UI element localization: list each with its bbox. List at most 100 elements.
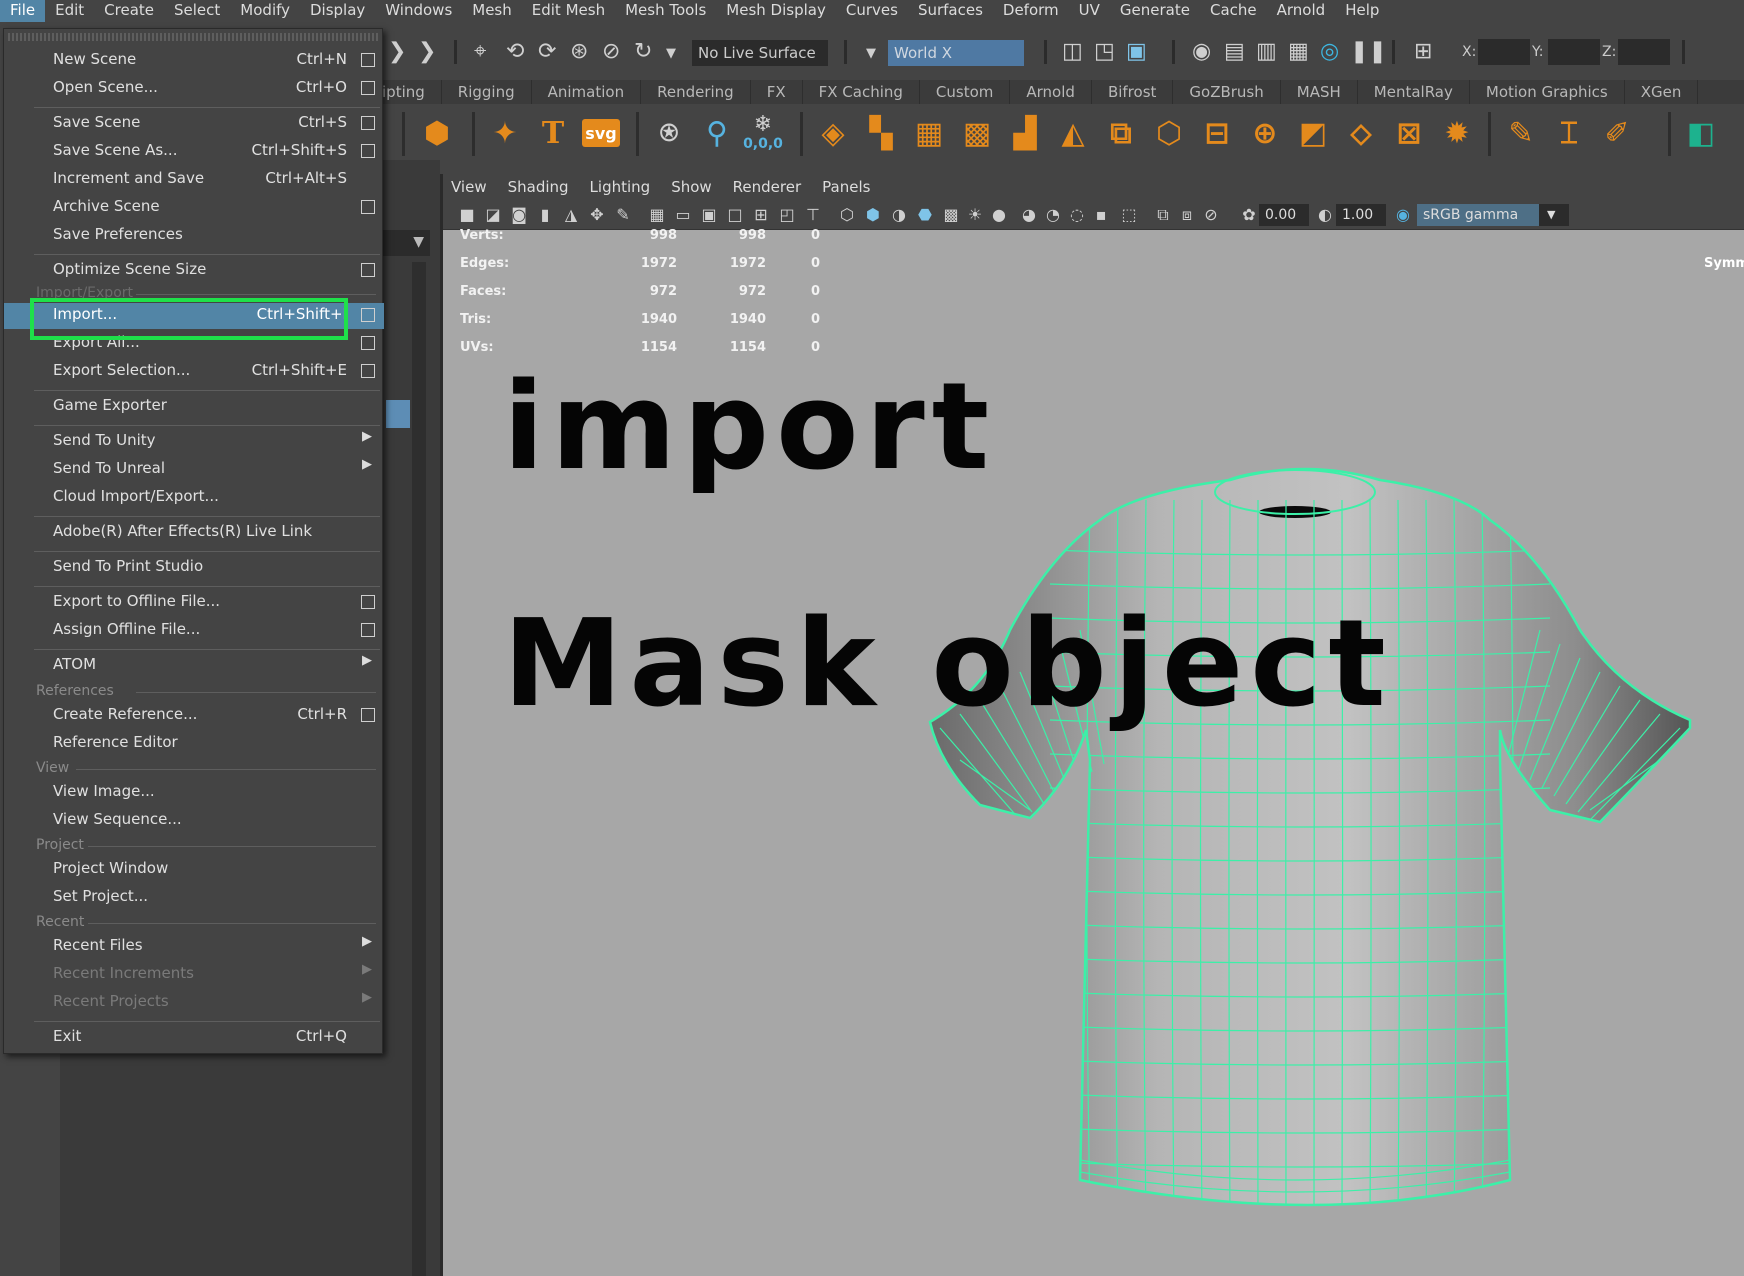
- snap-view-icon[interactable]: ⊛: [570, 40, 588, 64]
- light-icon[interactable]: ⚲: [698, 114, 736, 152]
- option-box-icon[interactable]: [361, 116, 375, 130]
- bridge-icon[interactable]: ◭: [1054, 114, 1092, 152]
- selected-outliner-item[interactable]: [386, 400, 410, 428]
- twod-pan-icon[interactable]: ✥: [587, 205, 607, 225]
- panel-menu-renderer[interactable]: Renderer: [733, 178, 801, 196]
- menu-item-set-project[interactable]: Set Project...: [4, 885, 384, 911]
- freeze-transform-icon[interactable]: ❄ 0,0,0: [743, 114, 783, 153]
- extrude-icon[interactable]: ⧉: [1102, 114, 1140, 152]
- xray-joints-icon[interactable]: ⧈: [1177, 205, 1197, 225]
- snap-live-icon[interactable]: ↻: [634, 40, 652, 64]
- option-box-icon[interactable]: [361, 53, 375, 67]
- color-management-icon[interactable]: ◉: [1393, 205, 1413, 225]
- field-chart-icon[interactable]: ⊞: [751, 205, 771, 225]
- isolate-select-icon[interactable]: ⬚: [1119, 205, 1139, 225]
- option-box-icon[interactable]: [361, 308, 375, 322]
- grease-pencil-icon[interactable]: ✎: [613, 205, 633, 225]
- menu-item-project-window[interactable]: Project Window: [4, 857, 384, 883]
- menu-display[interactable]: Display: [300, 0, 375, 22]
- ipr-render-icon[interactable]: ▥: [1256, 40, 1277, 64]
- tab-gozbrush[interactable]: GoZBrush: [1173, 80, 1281, 104]
- transform-icon[interactable]: ⊞: [1414, 40, 1432, 64]
- default-material-icon[interactable]: ◑: [889, 205, 909, 225]
- menu-item-save-scene[interactable]: Save Scene Ctrl+S: [4, 111, 384, 137]
- chevron-down-icon[interactable]: ▼: [413, 234, 424, 250]
- panel-menu-panels[interactable]: Panels: [822, 178, 870, 196]
- retopo-icon[interactable]: ✹: [1438, 114, 1476, 152]
- shadows-icon[interactable]: ●: [989, 205, 1009, 225]
- tab-fx-caching[interactable]: FX Caching: [803, 80, 920, 104]
- z-field[interactable]: [1618, 39, 1670, 65]
- tab-rendering[interactable]: Rendering: [641, 80, 751, 104]
- target-weld-icon[interactable]: ◩: [1294, 114, 1332, 152]
- menu-modify[interactable]: Modify: [230, 0, 300, 22]
- menu-item-recent-files[interactable]: Recent Files ▶: [4, 934, 384, 960]
- bevel-icon[interactable]: ⬡: [1150, 114, 1188, 152]
- panel-menu-shading[interactable]: Shading: [508, 178, 569, 196]
- image-plane-icon[interactable]: ◮: [561, 205, 581, 225]
- menu-item-export-offline[interactable]: Export to Offline File...: [4, 590, 384, 616]
- textured-icon[interactable]: ▩: [941, 205, 961, 225]
- menu-item-cloud-import-export[interactable]: Cloud Import/Export...: [4, 485, 384, 511]
- tab-scripting[interactable]: ipting: [382, 80, 442, 104]
- menu-file[interactable]: File: [0, 0, 46, 22]
- measure-icon[interactable]: ⌶: [1550, 114, 1588, 152]
- arrow-right-icon[interactable]: ❯: [418, 40, 436, 64]
- lights-icon[interactable]: ☀: [965, 205, 985, 225]
- option-box-icon[interactable]: [361, 200, 375, 214]
- menu-item-send-to-unreal[interactable]: Send To Unreal ▶: [4, 457, 384, 483]
- render-region-icon[interactable]: ◫: [1062, 40, 1083, 64]
- menu-arnold[interactable]: Arnold: [1267, 0, 1336, 22]
- exposure-icon[interactable]: ✿: [1239, 205, 1259, 225]
- menu-generate[interactable]: Generate: [1110, 0, 1200, 22]
- smooth-shade-icon[interactable]: ⬢: [863, 205, 883, 225]
- option-box-icon[interactable]: [361, 364, 375, 378]
- menu-mesh-tools[interactable]: Mesh Tools: [615, 0, 716, 22]
- gamma-icon[interactable]: ◐: [1315, 205, 1335, 225]
- anti-alias-icon[interactable]: ◌: [1067, 205, 1087, 225]
- panel-menu-view[interactable]: View: [451, 178, 487, 196]
- safe-title-icon[interactable]: ⊤: [803, 205, 823, 225]
- tab-xgen[interactable]: XGen: [1625, 80, 1699, 104]
- depth-of-field-icon[interactable]: ▪: [1091, 205, 1111, 225]
- wireframe-on-shaded-icon[interactable]: ⬣: [915, 205, 935, 225]
- menu-create[interactable]: Create: [94, 0, 164, 22]
- menu-item-export-selection[interactable]: Export Selection... Ctrl+Shift+E: [4, 359, 384, 385]
- safe-action-icon[interactable]: ◰: [777, 205, 797, 225]
- option-box-icon[interactable]: [361, 263, 375, 277]
- menu-mesh-display[interactable]: Mesh Display: [716, 0, 836, 22]
- resolution-gate-icon[interactable]: ▣: [699, 205, 719, 225]
- chevron-down-icon[interactable]: ▼: [1539, 204, 1569, 226]
- smooth-icon[interactable]: ⬦: [1342, 114, 1380, 152]
- option-box-icon[interactable]: [361, 81, 375, 95]
- tab-rigging[interactable]: Rigging: [442, 80, 532, 104]
- sculpt-icon[interactable]: ✐: [1598, 114, 1636, 152]
- tab-arnold[interactable]: Arnold: [1010, 80, 1092, 104]
- menu-item-send-to-print-studio[interactable]: Send To Print Studio: [4, 555, 384, 581]
- arrow-right-icon[interactable]: ❯: [388, 40, 406, 64]
- option-box-icon[interactable]: [361, 595, 375, 609]
- dropdown-icon[interactable]: ▼: [666, 42, 676, 66]
- arnold-render-icon[interactable]: ◎: [1320, 40, 1339, 64]
- menu-item-recent-increments[interactable]: Recent Increments ▶: [4, 962, 384, 988]
- boolean-icon[interactable]: ▟: [1006, 114, 1044, 152]
- pause-icon[interactable]: ❚❚: [1350, 40, 1387, 64]
- panel-menu-show[interactable]: Show: [671, 178, 711, 196]
- render-view-icon[interactable]: ▤: [1224, 40, 1245, 64]
- render-seq-icon[interactable]: ▦: [1288, 40, 1309, 64]
- menu-item-exit[interactable]: Exit Ctrl+Q: [4, 1025, 384, 1051]
- tab-motion-graphics[interactable]: Motion Graphics: [1470, 80, 1625, 104]
- uv-editor-icon[interactable]: ◧: [1682, 114, 1720, 152]
- menu-item-view-image[interactable]: View Image...: [4, 780, 384, 806]
- tab-mentalray[interactable]: MentalRay: [1358, 80, 1470, 104]
- menu-cache[interactable]: Cache: [1200, 0, 1267, 22]
- tab-animation[interactable]: Animation: [532, 80, 642, 104]
- menu-item-new-scene[interactable]: New Scene Ctrl+N: [4, 48, 384, 74]
- motion-blur-icon[interactable]: ◔: [1043, 205, 1063, 225]
- menu-item-send-to-unity[interactable]: Send To Unity ▶: [4, 429, 384, 455]
- camera-attr-icon[interactable]: ◪: [483, 205, 503, 225]
- menu-mesh[interactable]: Mesh: [462, 0, 522, 22]
- menu-deform[interactable]: Deform: [993, 0, 1069, 22]
- snap-curve-icon[interactable]: ⟲: [506, 40, 524, 64]
- camera-lock-icon[interactable]: ◙: [509, 205, 529, 225]
